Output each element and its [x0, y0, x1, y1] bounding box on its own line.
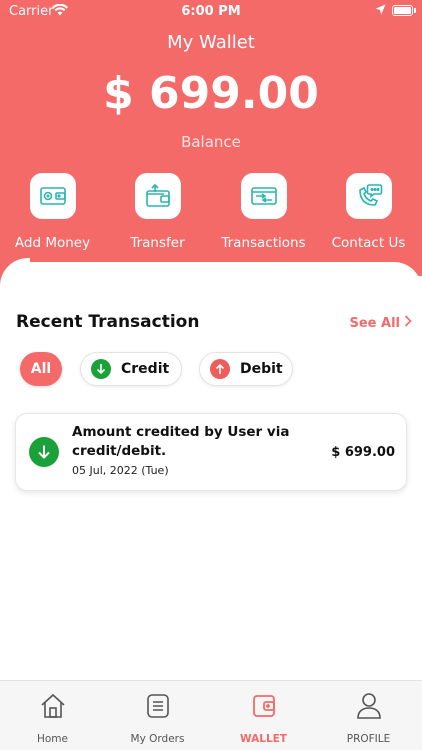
- contact-us-button[interactable]: Contact Us: [316, 173, 421, 251]
- clock: 6:00 PM: [181, 4, 241, 19]
- balance-label: Balance: [181, 133, 241, 151]
- wallet-header: Carrier 6:00 PM My Wallet $ 699.00 Balan…: [0, 0, 422, 276]
- nav-my-orders[interactable]: My Orders: [105, 691, 210, 745]
- filter-credit-chip[interactable]: Credit: [80, 352, 182, 386]
- add-money-button[interactable]: Add Money: [0, 173, 105, 251]
- transactions-button[interactable]: Transactions: [211, 173, 316, 251]
- wallet-transfer-icon: [134, 173, 181, 219]
- location-arrow-icon: [375, 4, 386, 19]
- battery-tip: [414, 8, 416, 13]
- balance-amount: $ 699.00: [103, 68, 319, 119]
- filter-all-label: All: [30, 361, 52, 377]
- see-all-label: See All: [349, 315, 401, 331]
- filter-credit-label: Credit: [121, 361, 170, 377]
- see-all-link[interactable]: See All: [350, 315, 413, 331]
- transactions-icon: [240, 173, 287, 219]
- arrow-up-icon: [210, 359, 230, 379]
- recent-transaction-heading: Recent Transaction: [16, 312, 200, 332]
- profile-icon: [316, 691, 421, 721]
- content-sheet-edge: [0, 262, 422, 292]
- contact-us-label: Contact Us: [331, 235, 406, 251]
- transaction-date: 05 Jul, 2022 (Tue): [72, 464, 169, 477]
- filter-all-chip[interactable]: All: [20, 352, 62, 386]
- page-title: My Wallet: [167, 32, 255, 53]
- chevron-right-icon: [404, 315, 412, 331]
- quick-actions: Add Money Transfer Transactions Contact …: [0, 173, 422, 263]
- transfer-label: Transfer: [130, 235, 185, 251]
- home-icon: [0, 691, 105, 721]
- nav-profile-label: PROFILE: [346, 733, 391, 745]
- status-bar: Carrier 6:00 PM: [0, 0, 422, 24]
- arrow-down-icon: [91, 359, 111, 379]
- nav-wallet[interactable]: WALLET: [211, 691, 316, 745]
- orders-icon: [105, 691, 210, 721]
- filter-debit-chip[interactable]: Debit: [199, 352, 293, 386]
- nav-home-label: Home: [36, 733, 68, 745]
- nav-wallet-label: WALLET: [240, 733, 287, 745]
- battery-icon: [392, 5, 413, 16]
- nav-my-orders-label: My Orders: [130, 733, 185, 745]
- contact-phone-icon: [345, 173, 392, 219]
- transaction-card[interactable]: Amount credited by User via credit/debit…: [15, 413, 407, 491]
- transaction-amount: $ 699.00: [331, 445, 395, 460]
- transaction-description: Amount credited by User via credit/debit…: [72, 424, 290, 459]
- add-money-icon: [29, 173, 76, 219]
- add-money-label: Add Money: [14, 235, 91, 251]
- filter-debit-label: Debit: [240, 361, 283, 377]
- transfer-button[interactable]: Transfer: [105, 173, 210, 251]
- nav-profile[interactable]: PROFILE: [316, 691, 421, 745]
- wallet-icon: [211, 691, 316, 721]
- credit-arrow-down-icon: [29, 437, 59, 467]
- content-sheet-corner: [0, 258, 30, 288]
- nav-home[interactable]: Home: [0, 691, 105, 745]
- transactions-label: Transactions: [221, 235, 306, 251]
- bottom-nav: Home My Orders WALLET PROFILE: [0, 680, 422, 750]
